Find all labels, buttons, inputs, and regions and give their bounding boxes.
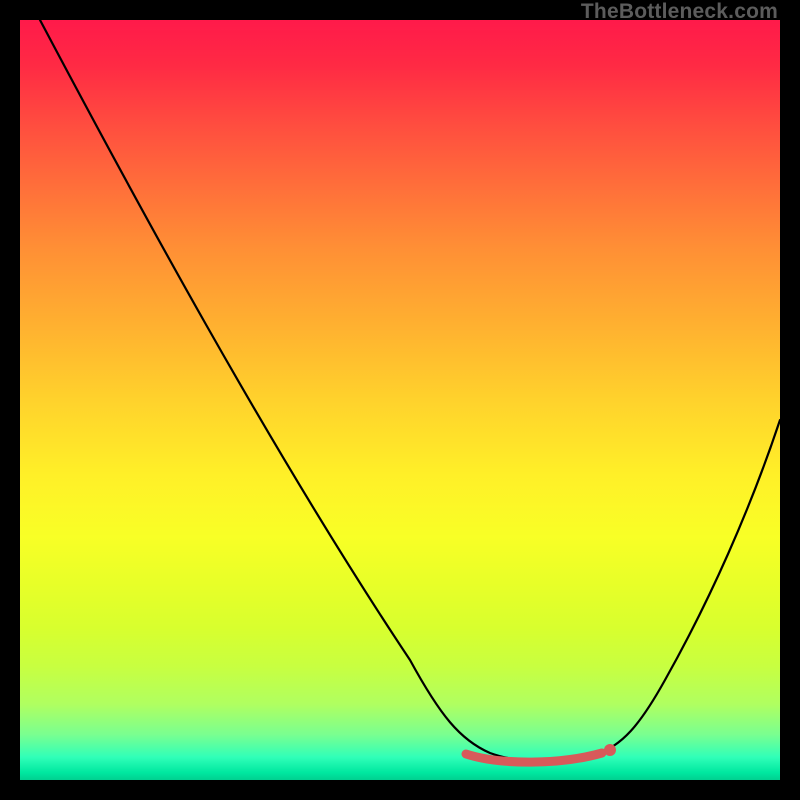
- chart-container: TheBottleneck.com: [0, 0, 800, 800]
- bottleneck-curve: [40, 20, 780, 762]
- curve-svg: [20, 20, 780, 780]
- plot-area: [20, 20, 780, 780]
- optimal-point-dot: [604, 744, 616, 756]
- watermark-text: TheBottleneck.com: [581, 0, 778, 24]
- optimal-region-marker: [466, 753, 602, 762]
